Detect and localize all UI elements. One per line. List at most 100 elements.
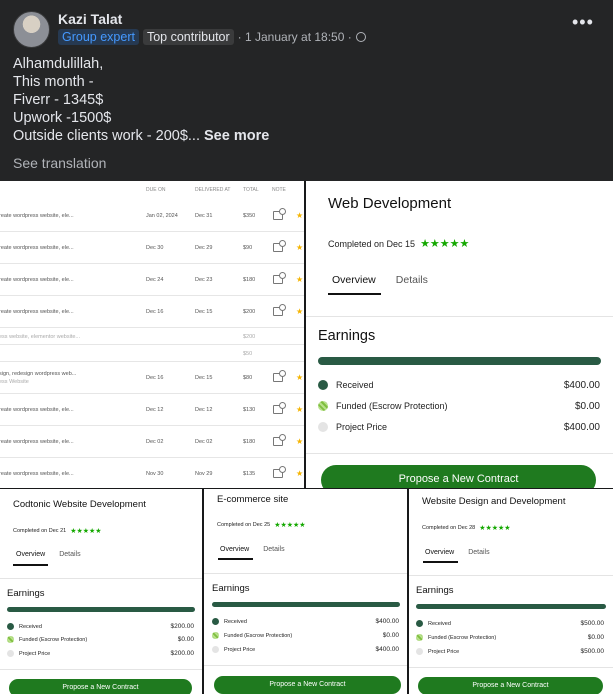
received-amount: $200.00 xyxy=(170,623,195,630)
contract-title: Codtonic Website Development xyxy=(13,499,146,510)
badge-top-contributor[interactable]: Top contributor xyxy=(142,29,234,45)
completed-date: Completed on Dec 21 xyxy=(13,528,67,534)
price-amount: $500.00 xyxy=(580,648,605,655)
divider xyxy=(0,669,202,670)
tab-overview[interactable]: Overview xyxy=(16,551,45,558)
table-row[interactable]: sign, redesign wordpress web... ess Websi… xyxy=(0,362,304,394)
received-row: Received xyxy=(416,620,451,627)
propose-new-contract-button[interactable]: Propose a New Contract xyxy=(214,676,401,694)
star-icon: ★ xyxy=(296,437,304,446)
received-row: Received xyxy=(212,618,247,625)
more-dots-icon[interactable]: ••• xyxy=(572,12,594,33)
badge-group-expert[interactable]: Group expert xyxy=(58,29,139,45)
rating-stars-icon: ★★★★★ xyxy=(274,522,306,529)
row-description: reate wordpress website, ele... xyxy=(0,309,74,315)
received-label: Received xyxy=(224,618,247,625)
earnings-title: Earnings xyxy=(7,588,45,599)
received-label: Received xyxy=(19,623,42,630)
funded-amount: $0.00 xyxy=(382,632,399,639)
timestamp[interactable]: · 1 January at 18:50 · xyxy=(238,30,352,44)
price-amount: $400.00 xyxy=(375,646,400,653)
note-icon[interactable] xyxy=(273,434,286,446)
price-label: Project Price xyxy=(336,422,388,432)
see-more-link[interactable]: See more xyxy=(204,128,269,144)
funded-dot-icon xyxy=(416,634,423,641)
divider xyxy=(306,453,613,454)
table-row[interactable]: reate wordpress website, ele... Dec 16 Dec… xyxy=(0,296,304,328)
star-icon: ★ xyxy=(296,243,304,252)
price-label: Project Price xyxy=(428,648,460,655)
row-total: $180 xyxy=(243,439,256,445)
row-delivered-date: Dec 15 xyxy=(195,309,213,315)
table-row[interactable]: reate wordpress website, ele... Dec 12 Dec… xyxy=(0,394,304,426)
tab-overview[interactable]: Overview xyxy=(332,274,376,286)
tabs: Overview Details xyxy=(332,274,428,286)
row-description: reate wordpress website, ele... xyxy=(0,439,74,445)
tab-overview[interactable]: Overview xyxy=(220,546,249,553)
price-dot-icon xyxy=(7,650,14,657)
note-icon[interactable] xyxy=(273,466,286,478)
star-icon: ★ xyxy=(296,405,304,414)
star-icon: ★ xyxy=(296,373,304,382)
facebook-post: Kazi Talat Group expert Top contributor … xyxy=(0,0,613,181)
note-icon[interactable] xyxy=(273,272,286,284)
divider xyxy=(204,665,407,666)
author-name[interactable]: Kazi Talat xyxy=(58,11,122,27)
avatar[interactable] xyxy=(13,11,50,48)
row-total: $50 xyxy=(243,351,253,357)
note-icon[interactable] xyxy=(273,304,286,316)
propose-new-contract-button[interactable]: Propose a New Contract xyxy=(418,677,603,694)
received-dot-icon xyxy=(416,620,423,627)
table-row[interactable]: ess website, elementor website... $200 xyxy=(0,328,304,345)
table-row[interactable]: reate wordpress website, ele... Dec 02 Dec… xyxy=(0,426,304,458)
table-row[interactable]: $50 xyxy=(0,345,304,362)
tab-details[interactable]: Details xyxy=(59,551,80,558)
earnings-title: Earnings xyxy=(416,585,454,596)
row-delivered-date: Dec 02 xyxy=(195,439,213,445)
funded-amount: $0.00 xyxy=(177,636,194,643)
earnings-title: Earnings xyxy=(318,328,376,344)
tab-details[interactable]: Details xyxy=(468,549,489,556)
completed-date: Completed on Dec 15 xyxy=(328,238,416,249)
price-label: Project Price xyxy=(224,646,256,653)
rating-stars-icon: ★★★★★ xyxy=(479,525,511,532)
earnings-progress-bar xyxy=(7,607,195,612)
row-total: $180 xyxy=(243,277,256,283)
divider xyxy=(306,316,613,317)
header-note: NOTE xyxy=(272,187,286,193)
note-icon[interactable] xyxy=(273,240,286,252)
row-description: reate wordpress website, ele... xyxy=(0,471,74,477)
funded-dot-icon xyxy=(212,632,219,639)
see-translation-link[interactable]: See translation xyxy=(13,155,106,171)
table-row[interactable]: reate wordpress website, ele... Dec 30 Dec… xyxy=(0,232,304,264)
propose-new-contract-button[interactable]: Propose a New Contract xyxy=(321,465,596,488)
contract-title: Website Design and Development xyxy=(422,496,566,507)
tabs: Overview Details xyxy=(16,551,81,558)
received-amount: $500.00 xyxy=(580,620,605,627)
funded-row: Funded (Escrow Protection) xyxy=(318,401,448,411)
tab-overview[interactable]: Overview xyxy=(425,549,454,556)
contract-card-web-development: Web Development Completed on Dec 15 ★★★★… xyxy=(306,181,613,488)
funded-row: Funded (Escrow Protection) xyxy=(7,636,87,643)
header-total: TOTAL xyxy=(243,187,259,193)
note-icon[interactable] xyxy=(273,402,286,414)
table-row[interactable]: reate wordpress website, ele... Nov 30 Nov… xyxy=(0,458,304,488)
row-total: $130 xyxy=(243,407,256,413)
tab-details[interactable]: Details xyxy=(396,274,428,286)
funded-label: Funded (Escrow Protection) xyxy=(428,634,497,641)
price-dot-icon xyxy=(318,422,328,432)
post-line: Outside clients work - 200$... See more xyxy=(13,127,269,145)
table-row[interactable]: reate wordpress website, ele... Dec 24 Dec… xyxy=(0,264,304,296)
propose-new-contract-button[interactable]: Propose a New Contract xyxy=(9,679,192,694)
row-total: $80 xyxy=(243,375,253,381)
note-icon[interactable] xyxy=(273,370,286,382)
note-icon[interactable] xyxy=(273,208,286,220)
funded-amount: $0.00 xyxy=(587,634,604,641)
tab-details[interactable]: Details xyxy=(263,546,284,553)
row-due-date: Dec 12 xyxy=(146,407,164,413)
received-dot-icon xyxy=(7,623,14,630)
price-row: Project Price xyxy=(7,650,50,657)
funded-row: Funded (Escrow Protection) xyxy=(212,632,292,639)
row-delivered-date: Dec 31 xyxy=(195,213,213,219)
table-row[interactable]: reate wordpress website, ele... Jan 02, 2… xyxy=(0,200,304,232)
